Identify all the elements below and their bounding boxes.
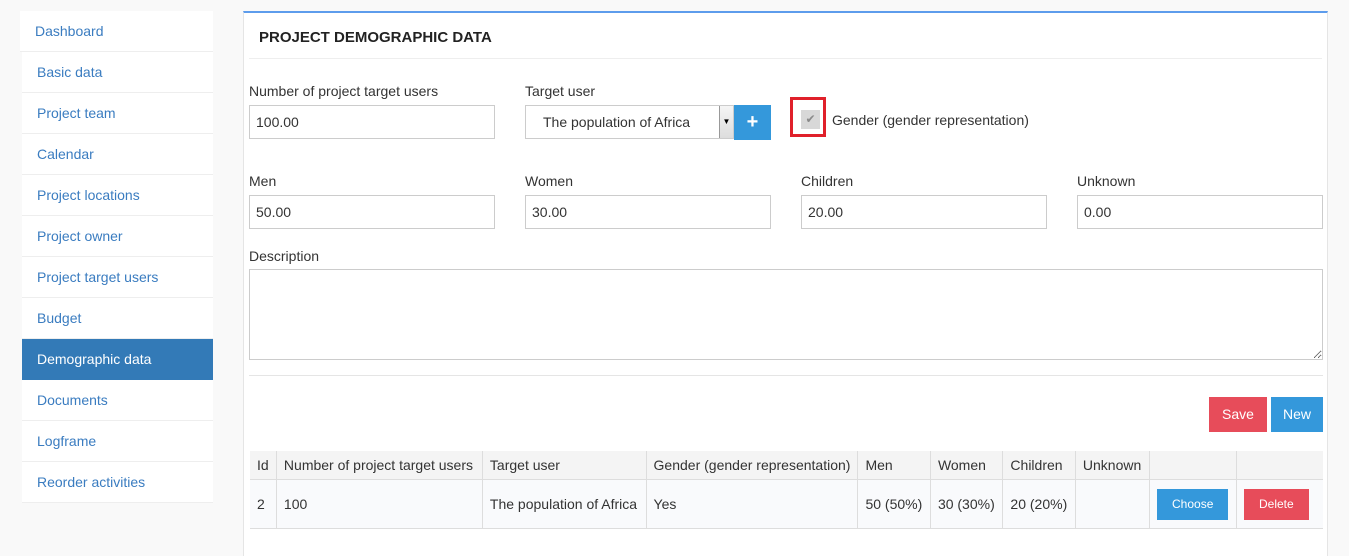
form-divider: [249, 375, 1323, 376]
sidebar-item-demographic-data[interactable]: Demographic data: [22, 339, 213, 380]
save-button[interactable]: Save: [1209, 397, 1267, 432]
target-user-selected: The population of Africa: [543, 114, 691, 130]
table-header-row: Id Number of project target users Target…: [250, 451, 1323, 480]
men-label: Men: [249, 173, 277, 189]
col-id: Id: [250, 451, 277, 480]
delete-button[interactable]: Delete: [1244, 488, 1309, 520]
demographic-panel: PROJECT DEMOGRAPHIC DATA Number of proje…: [243, 11, 1328, 556]
sidebar-item-calendar[interactable]: Calendar: [22, 134, 213, 175]
cell-delete: Delete: [1236, 479, 1323, 529]
cell-choose: Choose: [1149, 479, 1237, 529]
demographic-table: Id Number of project target users Target…: [250, 451, 1323, 529]
gender-checkbox[interactable]: ✔: [801, 110, 820, 129]
col-men: Men: [857, 451, 931, 480]
description-textarea[interactable]: [249, 269, 1323, 360]
plus-icon: +: [746, 111, 759, 133]
children-label: Children: [801, 173, 854, 189]
cell-id: 2: [250, 479, 277, 529]
men-input[interactable]: [249, 195, 495, 229]
description-label: Description: [249, 248, 320, 264]
col-children: Children: [1002, 451, 1076, 480]
col-num-users: Number of project target users: [275, 451, 483, 480]
num-users-input[interactable]: [249, 105, 495, 139]
col-choose: [1149, 451, 1237, 480]
unknown-label: Unknown: [1077, 173, 1136, 189]
unknown-input[interactable]: [1077, 195, 1323, 229]
sidebar-item-dashboard[interactable]: Dashboard: [20, 11, 213, 52]
cell-num-users: 100: [275, 479, 483, 529]
target-user-select[interactable]: The population of Africa ▼: [525, 105, 734, 139]
sidebar-item-project-target-users[interactable]: Project target users: [22, 257, 213, 298]
cell-children: 20 (20%): [1002, 479, 1076, 529]
cell-unknown: [1074, 479, 1150, 529]
col-gender: Gender (gender representation): [645, 451, 858, 480]
title-divider: [249, 58, 1322, 59]
sidebar-item-reorder-activities[interactable]: Reorder activities: [22, 462, 213, 503]
sidebar-item-logframe[interactable]: Logframe: [22, 421, 213, 462]
col-target-user: Target user: [481, 451, 647, 480]
sidebar-item-budget[interactable]: Budget: [22, 298, 213, 339]
women-label: Women: [525, 173, 573, 189]
sidebar-nav: Dashboard Basic data Project team Calend…: [20, 11, 213, 503]
children-input[interactable]: [801, 195, 1047, 229]
women-input[interactable]: [525, 195, 771, 229]
num-users-label: Number of project target users: [249, 83, 439, 99]
cell-gender: Yes: [645, 479, 858, 529]
sidebar-item-basic-data[interactable]: Basic data: [22, 52, 213, 93]
cell-women: 30 (30%): [929, 479, 1003, 529]
target-user-label: Target user: [525, 83, 596, 99]
cell-men: 50 (50%): [857, 479, 931, 529]
page-title: PROJECT DEMOGRAPHIC DATA: [259, 29, 492, 46]
sidebar-item-project-team[interactable]: Project team: [22, 93, 213, 134]
col-women: Women: [929, 451, 1003, 480]
col-delete: [1236, 451, 1323, 480]
sidebar-item-project-locations[interactable]: Project locations: [22, 175, 213, 216]
new-button[interactable]: New: [1271, 397, 1323, 432]
choose-button[interactable]: Choose: [1157, 488, 1229, 520]
caret-down-icon[interactable]: ▼: [719, 106, 733, 138]
col-unknown: Unknown: [1074, 451, 1150, 480]
sidebar-item-documents[interactable]: Documents: [22, 380, 213, 421]
table-row: 2 100 The population of Africa Yes 50 (5…: [250, 479, 1323, 529]
gender-checkbox-label[interactable]: Gender (gender representation): [832, 112, 1029, 128]
add-target-user-button[interactable]: +: [734, 105, 771, 140]
check-icon: ✔: [805, 112, 816, 126]
cell-target-user: The population of Africa: [481, 479, 647, 529]
sidebar-item-project-owner[interactable]: Project owner: [22, 216, 213, 257]
